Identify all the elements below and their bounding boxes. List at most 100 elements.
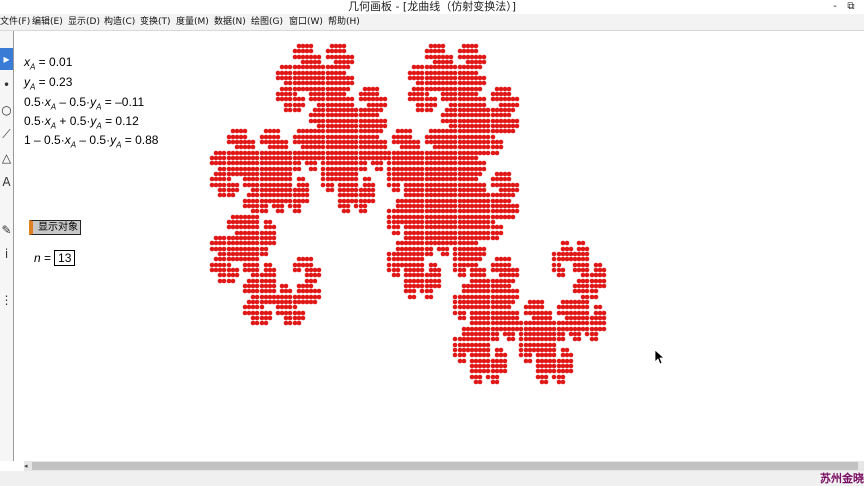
fractal-point (283, 75, 289, 81)
horizontal-scrollbar[interactable]: ◂ (24, 461, 864, 471)
scrollbar-thumb[interactable] (32, 462, 858, 470)
fractal-point (465, 80, 471, 86)
fractal-point (494, 331, 500, 337)
polygon-icon[interactable]: △ (0, 147, 13, 169)
fractal-point (469, 267, 475, 273)
compass-circle-icon[interactable]: ○ (0, 99, 13, 121)
menu-window[interactable]: 窗口(W) (289, 14, 323, 30)
fractal-point (494, 208, 500, 214)
selection-arrow-icon[interactable]: ▸ (0, 48, 13, 70)
fractal-point (353, 134, 359, 140)
measure-yA[interactable]: yA = 0.23 (24, 75, 72, 91)
fractal-point (259, 198, 265, 204)
menu-graph[interactable]: 绘图(G) (251, 14, 283, 30)
fractal-point (473, 246, 479, 252)
fractal-point (395, 182, 401, 188)
text-tool-icon[interactable]: A (0, 171, 13, 193)
straightedge-icon[interactable]: ⟋ (0, 123, 13, 145)
menu-measure[interactable]: 度量(M) (176, 14, 209, 30)
menu-construct[interactable]: 构造(C) (104, 14, 135, 30)
fractal-point (349, 54, 355, 60)
fractal-point (506, 288, 512, 294)
menu-data[interactable]: 数据(N) (214, 14, 246, 30)
fractal-point (494, 299, 500, 305)
fractal-point (440, 70, 446, 76)
fractal-point (320, 70, 326, 76)
scroll-left-icon[interactable]: ◂ (24, 461, 28, 471)
fractal-point (358, 123, 364, 129)
fractal-point (494, 283, 500, 289)
calc-expr-2[interactable]: 0.5·xA + 0.5·yA = 0.12 (24, 114, 139, 130)
menu-display[interactable]: 显示(D) (68, 14, 100, 30)
fractal-point (250, 283, 256, 289)
marker-pen-icon[interactable]: ✎ (0, 219, 13, 241)
fractal-point (469, 192, 475, 198)
fractal-point (333, 43, 339, 49)
fractal-point (424, 75, 430, 81)
fractal-point (428, 230, 434, 236)
fractal-point (337, 171, 343, 177)
fractal-point (403, 246, 409, 252)
fractal-point (349, 176, 355, 182)
fractal-point (279, 203, 285, 209)
fractal-point (514, 315, 520, 321)
fractal-point (560, 272, 566, 278)
fractal-point (362, 86, 368, 92)
fractal-point (481, 203, 487, 209)
fractal-point (246, 171, 252, 177)
fractal-point (510, 315, 516, 321)
fractal-point (378, 155, 384, 161)
fractal-point (556, 336, 562, 342)
fractal-point (506, 320, 512, 326)
parameter-n[interactable]: n = 13 (34, 250, 76, 266)
show-objects-button[interactable]: 显示对象 (29, 220, 81, 235)
fractal-point (481, 96, 487, 102)
fractal-point (320, 112, 326, 118)
custom-tool-icon[interactable]: ⋮ (0, 289, 13, 311)
restore-button[interactable]: ⧉ (842, 0, 860, 14)
fractal-point (589, 320, 595, 326)
calc-expr-3[interactable]: 1 – 0.5·xA – 0.5·yA = 0.88 (24, 133, 158, 149)
fractal-point (259, 304, 265, 310)
fractal-point (242, 166, 248, 172)
fractal-point (547, 368, 553, 374)
fractal-point (440, 118, 446, 124)
fractal-point (415, 219, 421, 225)
fractal-point (457, 208, 463, 214)
menu-transform[interactable]: 变换(T) (140, 14, 171, 30)
fractal-point (584, 251, 590, 257)
info-icon[interactable]: i (0, 243, 13, 265)
fractal-point (551, 352, 557, 358)
fractal-point (254, 166, 260, 172)
fractal-point (411, 150, 417, 156)
fractal-point (448, 70, 454, 76)
fractal-point (457, 336, 463, 342)
menu-help[interactable]: 帮助(H) (328, 14, 360, 30)
fractal-point (477, 198, 483, 204)
fractal-point (477, 107, 483, 113)
fractal-point (419, 155, 425, 161)
fractal-point (279, 299, 285, 305)
menu-file[interactable]: 文件(F) (0, 14, 30, 30)
fractal-point (234, 224, 240, 230)
parameter-value[interactable]: 13 (54, 250, 76, 266)
measure-xA[interactable]: xA = 0.01 (24, 55, 72, 71)
fractal-point (374, 112, 380, 118)
fractal-point (374, 86, 380, 92)
fractal-point (415, 187, 421, 193)
fractal-point (477, 320, 483, 326)
fractal-point (502, 267, 508, 273)
fractal-point (230, 139, 236, 145)
menu-edit[interactable]: 编辑(E) (32, 14, 63, 30)
fractal-point (308, 54, 314, 60)
fractal-point (250, 150, 256, 156)
fractal-point (271, 267, 277, 273)
calc-expr-1[interactable]: 0.5·xA – 0.5·yA = –0.11 (24, 95, 144, 111)
fractal-point (580, 315, 586, 321)
fractal-point (428, 240, 434, 246)
fractal-point (337, 123, 343, 129)
fractal-point (234, 144, 240, 150)
fractal-point (362, 134, 368, 140)
fractal-point (481, 347, 487, 353)
point-tool-icon[interactable]: • (0, 74, 13, 96)
